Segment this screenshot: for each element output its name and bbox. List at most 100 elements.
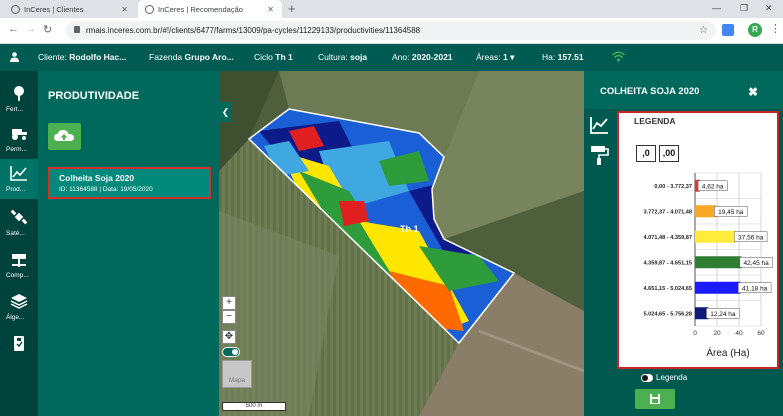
planter-icon xyxy=(12,254,26,267)
results-panel: COLHEITA SOJA 2020 ✖ LEGENDA ,0 ,00 0 20 4… xyxy=(584,71,783,416)
chevron-down-icon: ▾ xyxy=(510,52,515,62)
tab-chart[interactable] xyxy=(584,111,614,139)
x-tick-label: 60 xyxy=(757,330,765,337)
move-arrows-icon: ✥ xyxy=(224,331,234,342)
minimize-button[interactable]: — xyxy=(712,3,721,13)
maximize-button[interactable]: ❐ xyxy=(740,3,748,14)
clipboard-icon xyxy=(14,336,24,351)
data-label: 19,45 ha xyxy=(718,209,744,216)
x-tick-label: 40 xyxy=(735,330,743,337)
close-window-button[interactable]: ✕ xyxy=(765,3,773,14)
productivity-panel: PRODUTIVIDADE Colheita Soja 2020 ID: 113… xyxy=(38,71,219,416)
favicon-icon xyxy=(145,5,154,14)
close-tab-icon[interactable]: ✕ xyxy=(267,5,274,14)
field-label[interactable]: Th 1 xyxy=(400,224,419,234)
sidebar-item-compactacao[interactable]: Comp... xyxy=(0,245,38,285)
results-header: COLHEITA SOJA 2020 ✖ xyxy=(584,71,783,109)
bar xyxy=(695,205,717,218)
map-view[interactable]: Th 1 ❮ + − ✥ Mapa 500 m xyxy=(219,71,584,416)
forward-button[interactable]: → xyxy=(25,23,36,35)
chart-line-icon xyxy=(590,117,608,134)
cloud-upload-icon xyxy=(54,130,74,141)
sidebar-item-algebra[interactable]: Álge... xyxy=(0,287,38,327)
wifi-icon xyxy=(612,51,625,62)
collapse-panel-button[interactable]: ❮ xyxy=(219,102,232,122)
harvest-meta: ID: 11364588 | Data: 19/05/2020 xyxy=(59,186,153,193)
app-header: Cliente: Rodolfo Hac... Fazenda Grupo Ar… xyxy=(0,44,783,71)
browser-tab-clientes[interactable]: InCeres | Clientes ✕ xyxy=(4,0,136,18)
category-label: 4.651,15 - 5.024,65 xyxy=(643,286,692,292)
map-imagery xyxy=(219,71,584,416)
fertility-icon xyxy=(14,86,24,101)
bar xyxy=(695,281,741,294)
x-tick-label: 20 xyxy=(713,330,721,337)
legend-toggle[interactable] xyxy=(641,374,653,382)
save-button[interactable] xyxy=(635,389,675,409)
data-label: 37,56 ha xyxy=(738,234,764,241)
results-title: COLHEITA SOJA 2020 xyxy=(600,86,700,97)
layer-toggle[interactable] xyxy=(222,347,240,357)
tab-title: InCeres | Clientes xyxy=(24,4,84,14)
tab-title: InCeres | Recomendação xyxy=(158,4,243,14)
areas-selector[interactable]: Áreas: 1 ▾ xyxy=(476,52,514,63)
paint-roller-icon xyxy=(591,146,609,165)
category-label: 3.772,37 - 4.071,48 xyxy=(643,209,692,215)
category-label: 5.024,65 - 5.756,28 xyxy=(643,311,692,317)
layers-icon xyxy=(10,294,28,309)
close-icon[interactable]: ✖ xyxy=(748,85,758,99)
save-icon xyxy=(650,394,660,404)
close-tab-icon[interactable]: ✕ xyxy=(121,5,128,14)
chevron-left-icon: ❮ xyxy=(221,107,230,117)
sidebar-item-fertilidade[interactable]: Fert... xyxy=(0,79,38,119)
reload-button[interactable]: ↻ xyxy=(43,23,52,36)
sidebar-item-permanente[interactable]: Perm... xyxy=(0,119,38,159)
harvest-name: Colheita Soja 2020 xyxy=(59,173,135,183)
farm-selector[interactable]: Fazenda Grupo Aro... xyxy=(149,52,234,62)
data-label: 41,18 ha xyxy=(742,285,768,292)
data-label: 4,62 ha xyxy=(702,183,724,190)
url-text: rmais.inceres.com.br/#!/clients/6477/far… xyxy=(86,26,421,35)
favicon-icon xyxy=(11,5,20,14)
browser-omnibar: ← → ↻ rmais.inceres.com.br/#!/clients/64… xyxy=(0,18,783,44)
basemap-switcher[interactable]: Mapa xyxy=(222,360,252,388)
category-label: 4.071,48 - 4.359,87 xyxy=(643,235,692,241)
data-label: 12,24 ha xyxy=(710,311,736,318)
address-bar[interactable]: rmais.inceres.com.br/#!/clients/6477/far… xyxy=(66,21,716,40)
sidebar-item-satelite[interactable]: Saté... xyxy=(0,203,38,243)
back-button[interactable]: ← xyxy=(8,23,19,35)
bookmark-star-icon[interactable]: ☆ xyxy=(699,21,708,40)
productivity-bar-chart: 0 20 40 60 0,00 - 3.772,37 4,62 ha 3.772,37 - … xyxy=(643,172,773,359)
browser-tab-recomendacao[interactable]: InCeres | Recomendação ✕ xyxy=(138,0,282,18)
client-selector[interactable]: Cliente: Rodolfo Hac... xyxy=(38,52,126,62)
tractor-icon xyxy=(12,129,27,140)
tab-style[interactable] xyxy=(584,141,614,169)
zoom-in-button[interactable]: + xyxy=(222,296,236,310)
year-selector[interactable]: Ano: 2020-2021 xyxy=(392,52,453,62)
sidebar-item-relatorio[interactable] xyxy=(0,329,38,369)
panel-title: PRODUTIVIDADE xyxy=(48,90,140,102)
browser-menu-icon[interactable]: ⋮ xyxy=(770,22,781,35)
profile-avatar[interactable]: R xyxy=(748,23,762,37)
new-tab-button[interactable]: + xyxy=(288,1,296,16)
legend-toggle-label: Legenda xyxy=(656,373,688,382)
module-sidebar: Fert... Perm... Prod... Saté... Comp... … xyxy=(0,71,38,416)
scale-bar: 500 m xyxy=(222,402,286,411)
translate-icon[interactable] xyxy=(722,24,734,36)
sidebar-item-produtividade[interactable]: Prod... xyxy=(0,159,38,199)
upload-button[interactable] xyxy=(48,123,81,150)
cycle-selector[interactable]: Ciclo Th 1 xyxy=(254,52,293,62)
harvest-card[interactable]: Colheita Soja 2020 ID: 11364588 | Data: … xyxy=(48,167,211,199)
bar xyxy=(695,230,737,243)
fullscreen-button[interactable]: ✥ xyxy=(222,330,236,344)
satellite-icon xyxy=(10,209,28,225)
zoom-out-button[interactable]: − xyxy=(222,310,236,324)
legend-box: LEGENDA ,0 ,00 0 20 40 60 0,00 - 3.772,37 4,6… xyxy=(617,111,779,369)
data-label: 42,45 ha xyxy=(743,260,769,267)
chart-line-icon xyxy=(10,166,27,181)
hectares-display: Ha: 157.51 xyxy=(542,52,584,62)
crop-selector[interactable]: Cultura: soja xyxy=(318,52,367,62)
user-icon[interactable] xyxy=(10,52,19,62)
category-label: 0,00 - 3.772,37 xyxy=(654,184,692,190)
browser-tabstrip: InCeres | Clientes ✕ InCeres | Recomenda… xyxy=(0,0,783,18)
category-label: 4.359,87 - 4.651,15 xyxy=(643,260,692,266)
